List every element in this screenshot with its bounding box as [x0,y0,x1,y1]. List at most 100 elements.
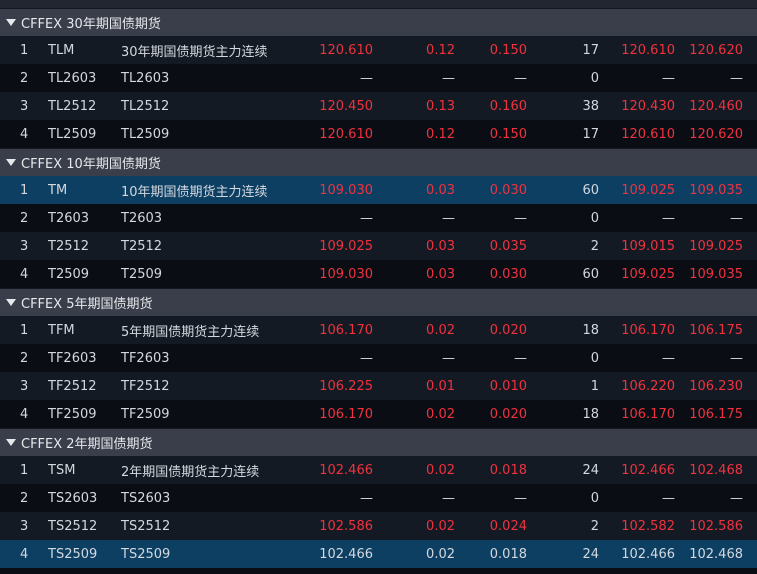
group-header[interactable]: CFFEX 5年期国债期货 [0,288,757,316]
group-header[interactable]: CFFEX 30年期国债期货 [0,8,757,36]
ask-price: — [730,210,743,226]
quote-row[interactable]: 1 TLM 30年期国债期货主力连续 120.610 0.12 0.150 17 120.61… [0,36,757,64]
last-price: 102.466 [319,462,373,478]
percent-change: 0.020 [489,322,527,338]
group-title: CFFEX 30年期国债期货 [21,17,161,32]
price-change: 0.02 [426,518,455,534]
contract-code: TSM [48,462,76,478]
bid-price: 109.025 [621,266,675,282]
volume: 0 [590,490,599,506]
contract-name: 2年期国债期货主力连续 [121,464,260,480]
group-title: CFFEX 10年期国债期货 [21,157,161,172]
quote-row[interactable]: 4 TL2509 TL2509 120.610 0.12 0.150 17 120.610 12… [0,120,757,148]
quote-row[interactable]: 2 TF2603 TF2603 — — — 0 — — [0,344,757,372]
volume: 0 [590,70,599,86]
group-header[interactable]: CFFEX 10年期国债期货 [0,148,757,176]
percent-change: 0.020 [489,406,527,422]
contract-code: TF2512 [48,378,97,394]
volume: 2 [590,238,599,254]
price-change: 0.02 [426,322,455,338]
percent-change: 0.150 [489,126,527,142]
quote-row[interactable]: 2 T2603 T2603 — — — 0 — — [0,204,757,232]
volume: 24 [582,462,599,478]
contract-code: TLM [48,42,75,58]
last-price: — [360,70,373,86]
contract-name: T2509 [121,266,163,282]
bid-price: 120.430 [621,98,675,114]
volume: 60 [582,182,599,198]
quote-row[interactable]: 2 TL2603 TL2603 — — — 0 — — [0,64,757,92]
contract-name: TS2509 [121,546,171,562]
quote-row[interactable]: 3 TL2512 TL2512 120.450 0.13 0.160 38 120.430 12… [0,92,757,120]
collapse-triangle-icon[interactable] [6,159,16,166]
contract-code: TL2509 [48,126,97,142]
percent-change: 0.018 [489,462,527,478]
last-price: 120.610 [319,42,373,58]
collapse-triangle-icon[interactable] [6,19,16,26]
bid-price: 106.170 [621,406,675,422]
bid-price: — [662,490,675,506]
last-price: 102.586 [319,518,373,534]
contract-name: TF2512 [121,378,170,394]
quote-row[interactable]: 3 TS2512 TS2512 102.586 0.02 0.024 2 102.582 102… [0,512,757,540]
row-index: 1 [20,322,29,338]
last-price: — [360,490,373,506]
quote-row[interactable]: 3 T2512 T2512 109.025 0.03 0.035 2 109.015 109.0… [0,232,757,260]
ask-price: 106.230 [689,378,743,394]
volume: 24 [582,546,599,562]
quote-row[interactable]: 1 TM 10年期国债期货主力连续 109.030 0.03 0.030 60 109.025… [0,176,757,204]
volume: 17 [582,42,599,58]
contract-code: TFM [48,322,75,338]
contract-name: TS2512 [121,518,171,534]
price-change: 0.03 [426,238,455,254]
price-change: — [442,70,455,86]
volume: 17 [582,126,599,142]
collapse-triangle-icon[interactable] [6,439,16,446]
price-change: 0.02 [426,462,455,478]
price-change: — [442,490,455,506]
quote-row[interactable]: 3 TF2512 TF2512 106.225 0.01 0.010 1 106.220 106… [0,372,757,400]
percent-change: 0.024 [489,518,527,534]
group-header[interactable]: CFFEX 2年期国债期货 [0,428,757,456]
quote-row[interactable]: 4 TF2509 TF2509 106.170 0.02 0.020 18 106.170 10… [0,400,757,428]
volume: 0 [590,210,599,226]
last-price: 120.610 [319,126,373,142]
row-index: 2 [20,350,29,366]
volume: 0 [590,350,599,366]
ask-price: 106.175 [689,322,743,338]
ask-price: 109.035 [689,182,743,198]
price-change: 0.03 [426,182,455,198]
bid-price: 106.170 [621,322,675,338]
contract-code: TF2509 [48,406,97,422]
ask-price: 106.175 [689,406,743,422]
contract-code: TS2603 [48,490,98,506]
last-price: 120.450 [319,98,373,114]
contract-name: T2512 [121,238,163,254]
bid-price: 106.220 [621,378,675,394]
quote-row[interactable]: 2 TS2603 TS2603 — — — 0 — — [0,484,757,512]
contract-code: TS2512 [48,518,98,534]
contract-code: TL2603 [48,70,97,86]
quote-row[interactable]: 4 T2509 T2509 109.030 0.03 0.030 60 109.025 109.… [0,260,757,288]
row-index: 3 [20,518,29,534]
contract-code: TF2603 [48,350,97,366]
contract-name: TL2509 [121,126,170,142]
row-index: 2 [20,210,29,226]
last-price: 109.030 [319,182,373,198]
contract-name: TF2509 [121,406,170,422]
volume: 38 [582,98,599,114]
last-price: 106.170 [319,406,373,422]
bid-price: — [662,210,675,226]
quote-row[interactable]: 1 TFM 5年期国债期货主力连续 106.170 0.02 0.020 18 106.170… [0,316,757,344]
last-price: 106.170 [319,322,373,338]
collapse-triangle-icon[interactable] [6,299,16,306]
row-index: 4 [20,546,29,562]
bid-price: 102.582 [621,518,675,534]
row-index: 2 [20,490,29,506]
quote-row[interactable]: 1 TSM 2年期国债期货主力连续 102.466 0.02 0.018 24 102.466… [0,456,757,484]
quote-row[interactable]: 4 TS2509 TS2509 102.466 0.02 0.018 24 102.466 10… [0,540,757,568]
percent-change: — [514,490,527,506]
contract-name: T2603 [121,210,163,226]
ask-price: 109.025 [689,238,743,254]
ask-price: 120.620 [689,126,743,142]
